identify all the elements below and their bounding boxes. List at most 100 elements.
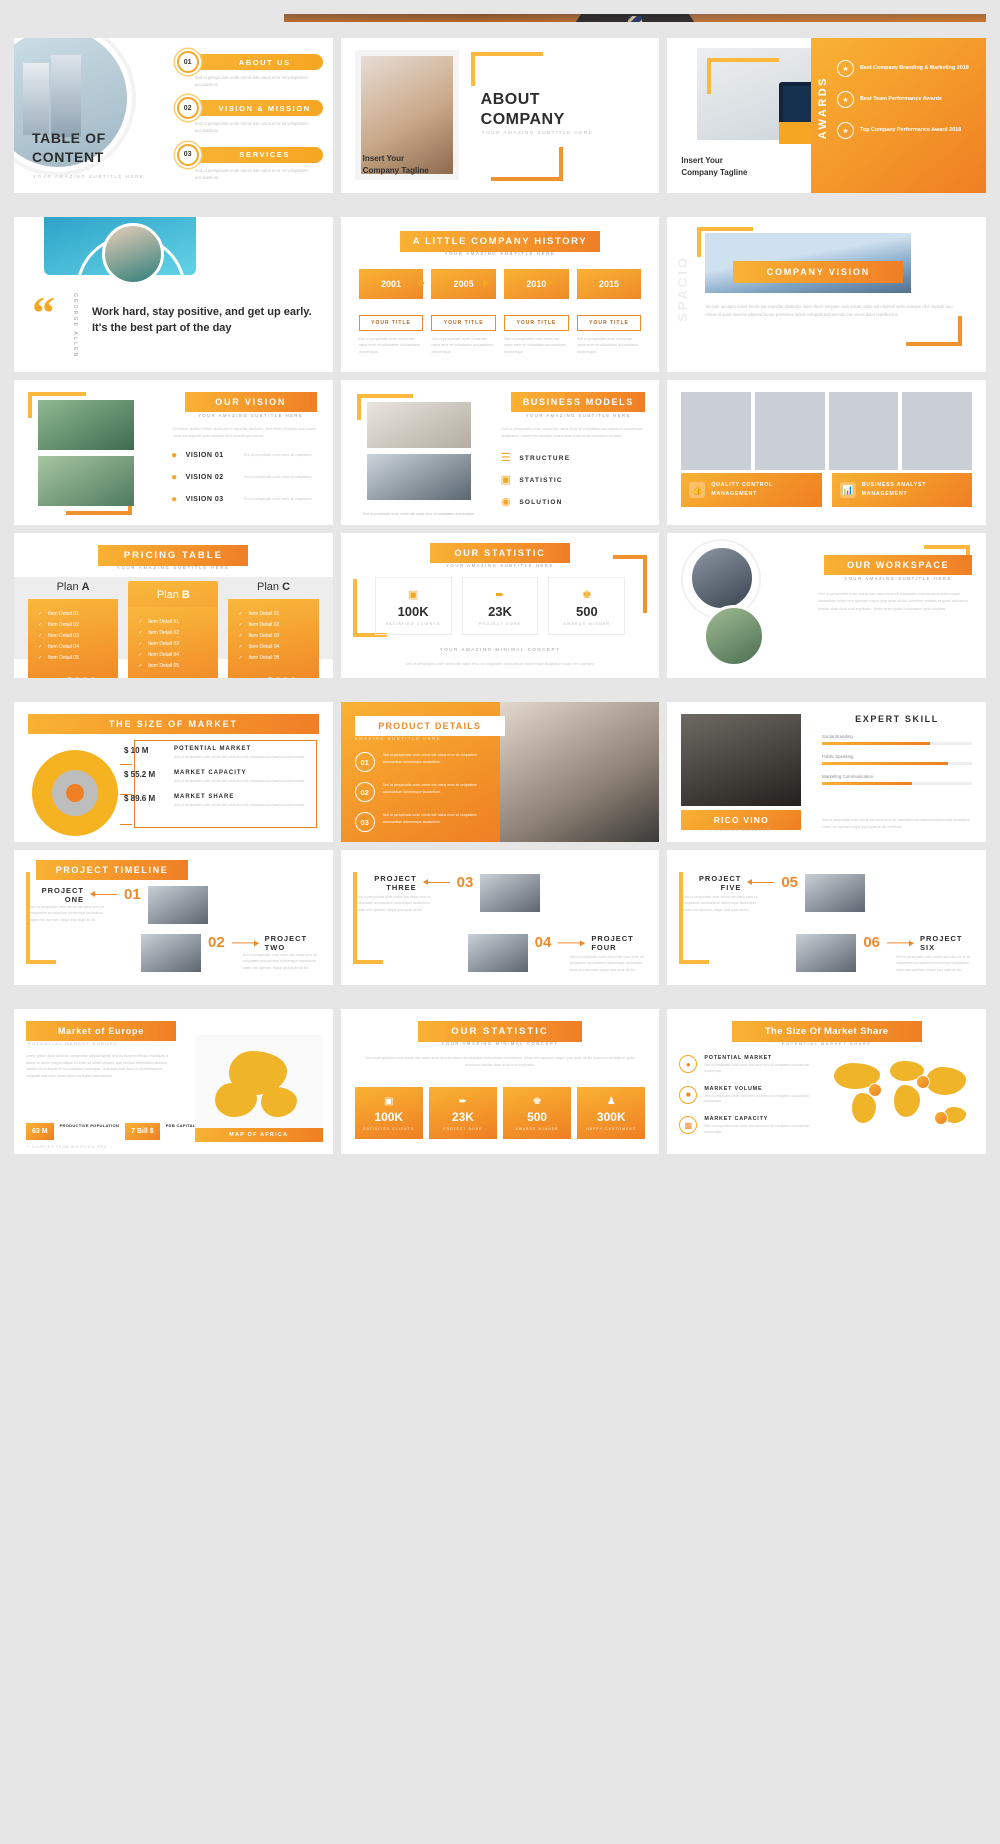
slide-company-history[interactable]: A LITTLE COMPANY HISTORY YOUR AMAZING SU… — [340, 217, 660, 372]
corner-accent-top — [470, 52, 543, 86]
box-title: YOUR TITLE — [358, 315, 424, 331]
list-item[interactable]: SERVICES 03 Sed ut perspiciatis unde omn… — [176, 143, 323, 181]
plan-item: Item Detail 02 — [136, 628, 210, 639]
person-icon: ● — [171, 472, 178, 483]
arrow-icon — [747, 877, 775, 887]
project-desc: Sed ut perspiciatis unde omnis iste natu… — [242, 953, 317, 970]
map-pin-icon — [934, 1111, 949, 1125]
project-photo — [805, 874, 866, 912]
slide-about-company[interactable]: ABOUT COMPANY YOUR AMAZING SUBTITLE HERE… — [340, 38, 660, 193]
list-item: ▣ STATISTIC — [499, 474, 649, 487]
plan-item: Item Detail 03 — [36, 631, 110, 642]
plan-item: Item Detail 05 — [136, 661, 210, 672]
stat-value: 100K — [397, 604, 429, 619]
pricing-plan[interactable]: Plan B Item Detail 01 Item Detail 02 Ite… — [128, 581, 219, 678]
slide-project-timeline-1[interactable]: PROJECT TIMELINE PROJECT ONE 01 Sed ut p… — [14, 850, 333, 985]
market-name: MARKET CAPACITY — [174, 770, 247, 777]
slide-title-hero[interactable]: SPACIO BUSINESS PRESENTATION — [284, 14, 986, 22]
plan-item: Item Detail 03 — [236, 631, 310, 642]
model-name: SOLUTION — [519, 499, 563, 506]
slide-workspace[interactable]: OUR WORKSPACE YOUR AMAZING SUBTITLE HERE… — [667, 533, 987, 678]
market-desc: Sed ut perspiciatis unde omnis iste natu… — [174, 803, 306, 808]
page-title: ABOUT COMPANY — [481, 90, 565, 130]
plan-name: Plan A — [28, 581, 118, 593]
pricing-plan[interactable]: Plan A Item Detail 01 Item Detail 02 Ite… — [28, 581, 119, 678]
slide-expert-skill[interactable]: RICO VINO PROJECT MANAGER EXPERT SKILL S… — [667, 702, 987, 842]
slide-table-of-content[interactable]: TABLE OF CONTENT YOUR AMAZING SUBTITLE H… — [14, 38, 333, 193]
tagline-line2: Company Tagline — [681, 168, 748, 177]
project-number: 01 — [124, 886, 141, 903]
row-pricing-statistic-workspace: PRICING TABLE YOUR AMAZING SUBTITLE HERE… — [14, 533, 987, 678]
people-icon: ♟ — [606, 1096, 616, 1107]
europe-stats: 63 M PRODUCTIVE POPULATION 7 Bill $ PDB … — [26, 1123, 218, 1140]
plan-item: Item Detail 04 — [136, 650, 210, 661]
page-title: Market of Europe — [26, 1021, 176, 1041]
project-desc: Sed ut perspiciatis unde omnis iste natu… — [356, 895, 431, 912]
pricing-columns: Plan A Item Detail 01 Item Detail 02 Ite… — [28, 581, 319, 678]
business-model-items: ☰ STRUCTURE ▣ STATISTIC ◉ SOLUTION — [499, 452, 649, 518]
toc-item-number: 01 — [176, 51, 199, 73]
pricing-plan[interactable]: Plan C Item Detail 01 Item Detail 02 Ite… — [228, 581, 319, 678]
slide-quote[interactable]: “ GEORGE ALLEN Work hard, stay positive,… — [14, 217, 333, 372]
slide-project-timeline-2[interactable]: PROJECT THREE 03 Sed ut perspiciatis und… — [340, 850, 660, 985]
team-photo-1 — [38, 400, 134, 450]
tagline-line1: Insert Your — [681, 156, 723, 165]
skill-label: Marketing Communication — [822, 774, 874, 779]
management-card[interactable]: 👍 QUALITY CONTROL MANAGEMENT — [681, 473, 822, 507]
slide-market-size[interactable]: THE SIZE OF MARKET $ 10 M POTENTIAL MARK… — [14, 702, 333, 842]
statistic2-boxes: ▣ 100K SATISFIED CLIENTS ➨ 23K PROJECT D… — [354, 1087, 646, 1139]
list-item[interactable]: ABOUT US 01 Sed ut perspiciatis unde omn… — [176, 51, 323, 88]
slide-product-details[interactable]: PRODUCT DETAILS AMAZING SUBTITLE HERE 01… — [340, 702, 660, 842]
toc-title-line1: TABLE OF — [32, 130, 106, 147]
slide-market-share[interactable]: The Size Of Market Share POTENTIAL MARKE… — [667, 1009, 987, 1154]
project-number: 06 — [863, 934, 881, 951]
vision-items: ● VISION 01 Sed ut perspiciatis unde omn… — [169, 450, 325, 516]
slide-statistic[interactable]: OUR STATISTIC YOUR AMAZING SUBTITLE HERE… — [340, 533, 660, 678]
map-pin-icon — [916, 1075, 931, 1089]
slide-company-vision[interactable]: SPACIO COMPANY VISION Sit eum quodam rer… — [667, 217, 987, 372]
about-subtitle: YOUR AMAZING SUBTITLE HERE — [481, 130, 594, 135]
solution-icon: ◉ — [501, 496, 511, 508]
slide-awards[interactable]: Insert Your Company Tagline AWARDS ★ Bes… — [667, 38, 987, 193]
vertical-brand-label: SPACIO — [675, 255, 691, 322]
skill-label: Public Speaking — [822, 754, 854, 759]
toc-subtitle: YOUR AMAZING SUBTITLE HERE — [33, 174, 145, 179]
vision-name: VISION 03 — [185, 496, 224, 503]
pricing-subtitle: YOUR AMAZING SUBTITLE HERE — [116, 565, 230, 570]
slide-business-models[interactable]: BUSINESS MODELS YOUR AMAZING SUBTITLE HE… — [340, 380, 660, 525]
slide-project-timeline-3[interactable]: PROJECT FIVE 05 Sed ut perspiciatis unde… — [667, 850, 987, 985]
stat-value: 500 — [527, 1110, 548, 1124]
expert-skill-body: Sed ut perspiciatis unde omnis iste natu… — [822, 818, 970, 829]
card-title: QUALITY CONTROL MANAGEMENT — [711, 482, 774, 498]
market-size-list: $ 10 M POTENTIAL MARKET Sed ut perspicia… — [124, 746, 323, 818]
bars-icon: ▩ — [679, 1116, 698, 1135]
slide-management[interactable]: 👍 QUALITY CONTROL MANAGEMENT 📊 BUSINESS … — [667, 380, 987, 525]
business-models-body: Sed ut perspiciatis unde omnis iste natu… — [501, 427, 644, 439]
list-item: $ 89.6 M MARKET SHARE Sed ut perspiciati… — [124, 794, 323, 808]
toc-list: ABOUT US 01 Sed ut perspiciatis unde omn… — [176, 51, 323, 193]
newspaper-photo — [366, 402, 471, 448]
grid-photo — [755, 392, 825, 470]
market-value: $ 10 M — [124, 746, 149, 755]
market-name: POTENTIAL MARKET — [174, 746, 252, 752]
slide-our-vision[interactable]: OUR VISION YOUR AMAZING SUBTITLE HERE Si… — [14, 380, 333, 525]
plan-price-row: Price $600 — [236, 674, 310, 678]
thumbs-up-icon: 👍 — [689, 482, 706, 499]
toc-item-desc: Sed ut perspiciatis unde omnis iste natu… — [194, 121, 308, 134]
slide-pricing-table[interactable]: PRICING TABLE YOUR AMAZING SUBTITLE HERE… — [14, 533, 333, 678]
row-quote-history-vision: “ GEORGE ALLEN Work hard, stay positive,… — [14, 217, 987, 372]
slide-statistic-2[interactable]: OUR STATISTIC YOUR AMAZING MINIMAL CONCE… — [340, 1009, 660, 1154]
source-note: * SOURCES FROM WIKIPEDIA.ORG — [28, 1145, 108, 1149]
list-item[interactable]: VISION & MISSION 02 Sed ut perspiciatis … — [176, 97, 323, 134]
stat-box: ▣ 100K SATISFIED CLIENTS — [354, 1087, 423, 1139]
statistic2-subtitle: YOUR AMAZING MINIMAL CONCEPT — [441, 1041, 559, 1046]
stat-label: PROJECT DONE — [443, 1127, 483, 1131]
project-desc: Sed ut perspiciatis unde omnis iste natu… — [896, 955, 971, 972]
about-title-line1: ABOUT — [480, 91, 541, 108]
management-card[interactable]: 📊 BUSINESS ANALYST MANAGEMENT — [831, 473, 973, 507]
slide-market-europe[interactable]: Market of Europe POTENTIAL MARKET EUROPE… — [14, 1009, 333, 1154]
photo-grid — [681, 392, 973, 470]
toc-item-desc: Sed ut perspiciatis unde omnis iste natu… — [194, 167, 308, 180]
our-vision-subtitle: YOUR AMAZING SUBTITLE HERE — [198, 413, 304, 418]
skill-row: Social Branding — [822, 734, 973, 745]
